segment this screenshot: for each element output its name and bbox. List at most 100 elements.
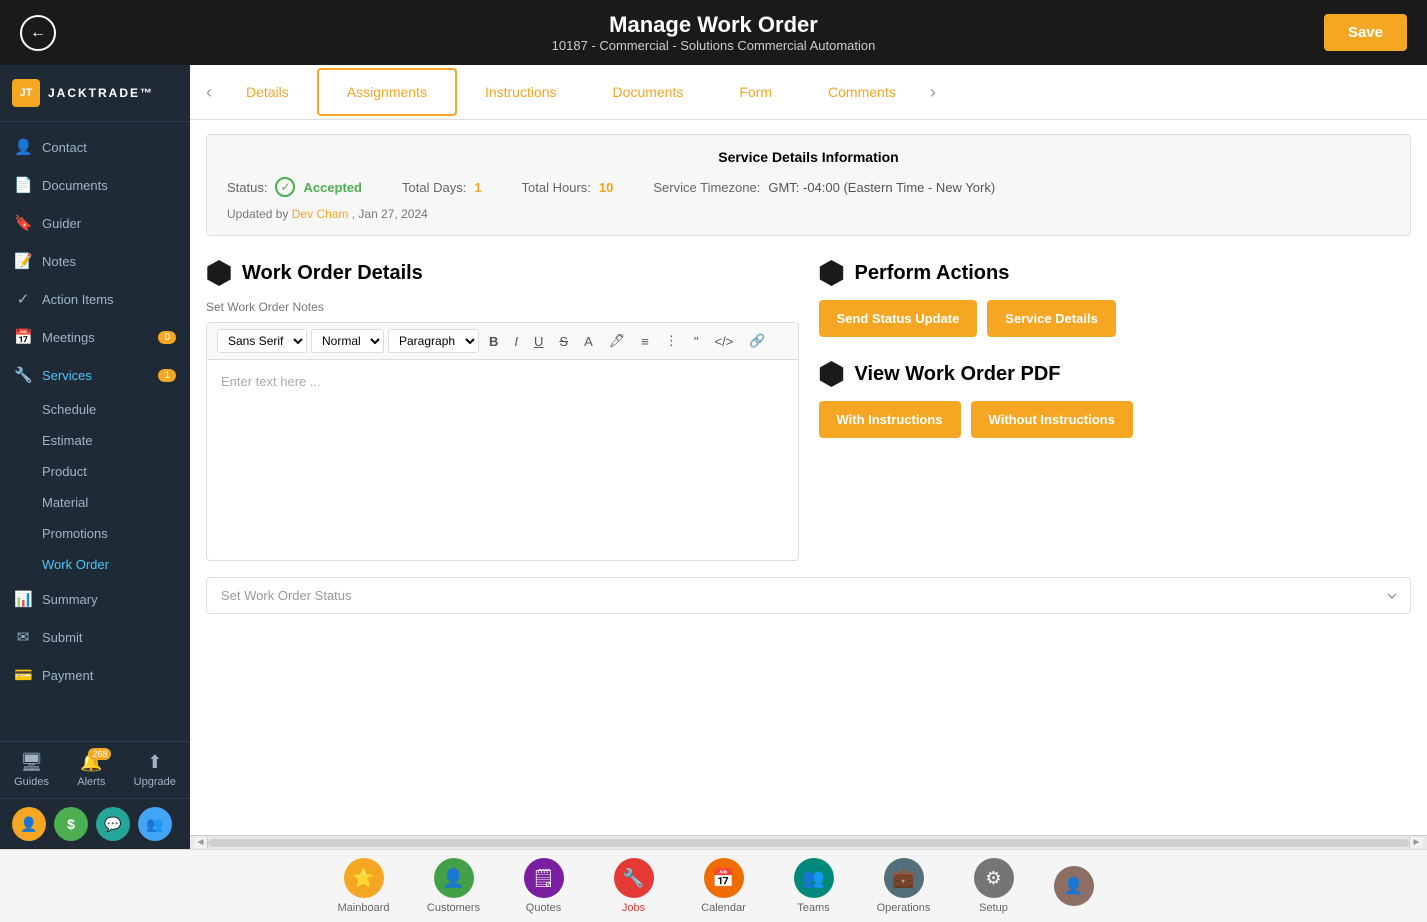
back-button[interactable]: ← (20, 15, 56, 51)
size-select[interactable]: Normal (311, 329, 384, 353)
tab-assignments[interactable]: Assignments (317, 68, 457, 116)
font-select[interactable]: Sans Serif (217, 329, 307, 353)
nav-teams[interactable]: 👥 Teams (784, 858, 844, 914)
alerts-label: Alerts (77, 776, 105, 788)
title-area: Manage Work Order 10187 - Commercial - S… (552, 12, 876, 53)
sidebar-item-payment[interactable]: 💳 Payment (0, 656, 190, 694)
sidebar-sub-estimate[interactable]: Estimate (0, 425, 190, 456)
bold-button[interactable]: B (483, 331, 504, 352)
code-button[interactable]: </> (708, 331, 739, 352)
link-button[interactable]: 🔗 (743, 330, 771, 352)
sidebar-sub-promotions[interactable]: Promotions (0, 518, 190, 549)
guides-label: Guides (14, 776, 49, 788)
customers-icon: 👤 (434, 858, 474, 898)
sidebar-sub-product[interactable]: Product (0, 456, 190, 487)
sidebar-item-label: Payment (42, 668, 93, 683)
content-area: ‹ Details Assignments Instructions Docum… (190, 65, 1427, 849)
nav-customers[interactable]: 👤 Customers (424, 858, 484, 914)
view-pdf-header: View Work Order PDF (819, 361, 1412, 387)
with-instructions-button[interactable]: With Instructions (819, 401, 961, 438)
editor-body[interactable]: Enter text here ... (207, 360, 798, 560)
sidebar-item-summary[interactable]: 📊 Summary (0, 580, 190, 618)
text-editor: Sans Serif Normal Paragraph B I U S (206, 322, 799, 561)
footer-user-icon[interactable]: 👤 (12, 807, 46, 841)
sidebar-guides[interactable]: 🖥 Guides (14, 752, 49, 788)
tabs-prev-button[interactable]: ‹ (200, 82, 218, 103)
work-order-details-header: Work Order Details (206, 260, 799, 286)
user-avatar[interactable]: 👤 (1054, 866, 1094, 906)
nav-operations[interactable]: 💼 Operations (874, 858, 934, 914)
sidebar-item-guider[interactable]: 🔖 Guider (0, 204, 190, 242)
sidebar-navigation: 👤 Contact 📄 Documents 🔖 Guider 📝 Notes ✓… (0, 122, 190, 741)
teams-label: Teams (797, 902, 829, 914)
updated-date: , Jan 27, 2024 (352, 207, 428, 221)
tabs-next-button[interactable]: › (924, 82, 942, 103)
without-instructions-button[interactable]: Without Instructions (971, 401, 1133, 438)
quotes-label: Quotes (526, 902, 561, 914)
nav-calendar[interactable]: 📅 Calendar (694, 858, 754, 914)
footer-dollar-icon[interactable]: $ (54, 807, 88, 841)
services-badge: 1 (158, 369, 176, 382)
tab-documents[interactable]: Documents (585, 70, 712, 114)
calendar-icon: 📅 (704, 858, 744, 898)
strikethrough-button[interactable]: S (553, 331, 574, 352)
save-button[interactable]: Save (1324, 14, 1407, 51)
action-buttons: Send Status Update Service Details (819, 300, 1412, 337)
bottom-navigation: ⭐ Mainboard 👤 Customers 🗒 Quotes 🔧 Jobs … (0, 849, 1427, 922)
paragraph-select[interactable]: Paragraph (388, 329, 479, 353)
list-button[interactable]: ≡ (635, 331, 655, 352)
calendar-label: Calendar (701, 902, 746, 914)
sidebar-item-notes[interactable]: 📝 Notes (0, 242, 190, 280)
services-icon: 🔧 (14, 366, 32, 384)
underline-button[interactable]: U (528, 331, 549, 352)
nav-jobs[interactable]: 🔧 Jobs (604, 858, 664, 914)
scrollbar-track[interactable] (208, 839, 1409, 847)
editor-placeholder: Enter text here ... (221, 374, 321, 389)
footer-chat-icon[interactable]: 💬 (96, 807, 130, 841)
sidebar-item-label: Submit (42, 630, 82, 645)
sidebar-item-meetings[interactable]: 📅 Meetings 0 (0, 318, 190, 356)
sidebar-sub-material[interactable]: Material (0, 487, 190, 518)
jobs-label: Jobs (622, 902, 645, 914)
sidebar-alerts[interactable]: 🔔 268 Alerts (77, 752, 105, 788)
tab-comments[interactable]: Comments (800, 70, 924, 114)
nav-mainboard[interactable]: ⭐ Mainboard (334, 858, 394, 914)
status-select[interactable]: Set Work Order Status (206, 577, 1411, 614)
sidebar-sub-work-order[interactable]: Work Order (0, 549, 190, 580)
quote-button[interactable]: " (688, 331, 705, 352)
service-details-button[interactable]: Service Details (987, 300, 1116, 337)
send-status-update-button[interactable]: Send Status Update (819, 300, 978, 337)
sidebar-item-submit[interactable]: ✉ Submit (0, 618, 190, 656)
sidebar-item-contact[interactable]: 👤 Contact (0, 128, 190, 166)
nav-quotes[interactable]: 🗒 Quotes (514, 858, 574, 914)
setup-label: Setup (979, 902, 1008, 914)
sidebar-item-label: Contact (42, 140, 87, 155)
scroll-content: Service Details Information Status: ✓ Ac… (190, 120, 1427, 835)
submit-icon: ✉ (14, 628, 32, 646)
italic-button[interactable]: I (508, 331, 524, 352)
top-bar: ← Manage Work Order 10187 - Commercial -… (0, 0, 1427, 65)
scroll-left-indicator[interactable]: ◄ (194, 837, 208, 848)
sidebar-item-services[interactable]: 🔧 Services 1 (0, 356, 190, 394)
timezone-label: Service Timezone: (653, 180, 760, 195)
sidebar-sub-schedule[interactable]: Schedule (0, 394, 190, 425)
more-options-button[interactable]: ⋮ (659, 330, 684, 352)
view-pdf-hexagon-icon (819, 361, 845, 387)
tab-details[interactable]: Details (218, 70, 317, 114)
footer-group-icon[interactable]: 👥 (138, 807, 172, 841)
bottom-scrollbar: ◄ ► (190, 835, 1427, 849)
teams-icon: 👥 (794, 858, 834, 898)
customers-label: Customers (427, 902, 480, 914)
tab-instructions[interactable]: Instructions (457, 70, 585, 114)
meetings-badge: 0 (158, 331, 176, 344)
sidebar-item-documents[interactable]: 📄 Documents (0, 166, 190, 204)
work-order-hexagon-icon (206, 260, 232, 286)
sidebar-item-action-items[interactable]: ✓ Action Items (0, 280, 190, 318)
nav-setup[interactable]: ⚙ Setup (964, 858, 1024, 914)
highlight-button[interactable]: 🖊 (603, 330, 632, 352)
sidebar-item-label: Documents (42, 178, 108, 193)
color-button[interactable]: A (578, 331, 599, 352)
sidebar-upgrade[interactable]: ⬆ Upgrade (134, 752, 176, 788)
scroll-right-indicator[interactable]: ► (1409, 837, 1423, 848)
tab-form[interactable]: Form (711, 70, 800, 114)
